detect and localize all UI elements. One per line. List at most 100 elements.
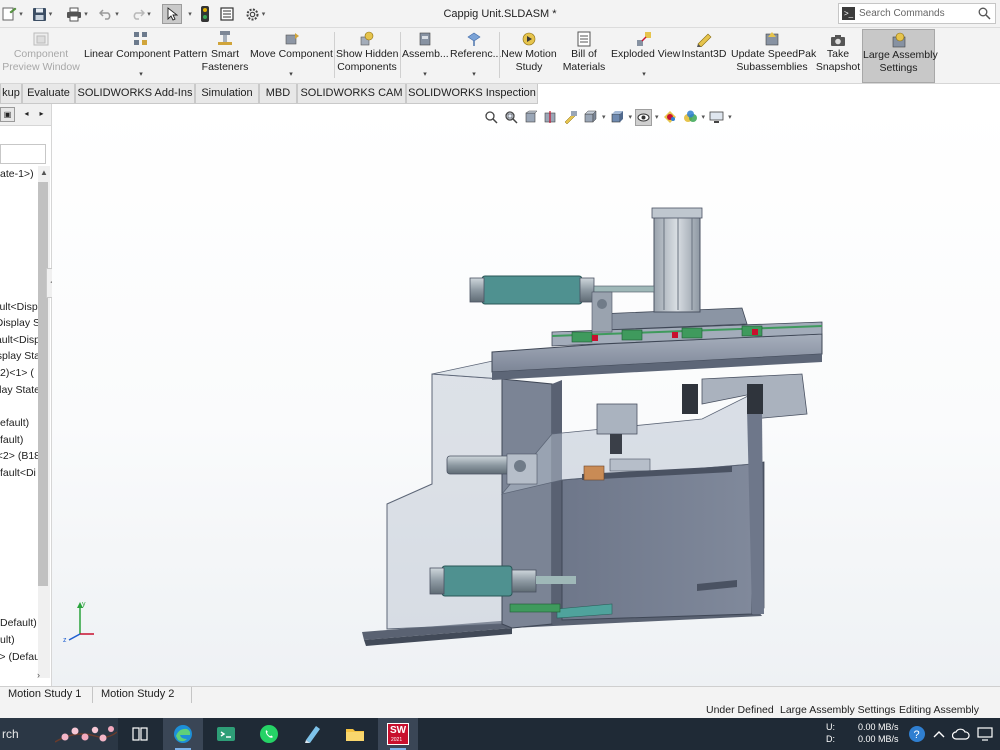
dynamic-annotation-views-button[interactable] bbox=[562, 109, 579, 126]
whatsapp-taskbar-button[interactable] bbox=[249, 718, 289, 750]
tree-item[interactable]: isplay Sta bbox=[0, 348, 40, 364]
file-properties-button[interactable] bbox=[218, 4, 236, 24]
file-properties-icon bbox=[220, 7, 234, 21]
solidworks-taskbar-button[interactable]: SW 2021 bbox=[378, 718, 418, 750]
save-icon bbox=[32, 7, 46, 21]
bill-of-materials-button[interactable]: Bill of Materials bbox=[559, 29, 609, 83]
redo-button[interactable]: ▾ bbox=[130, 4, 152, 24]
zoom-to-area-button[interactable] bbox=[502, 109, 519, 126]
smart-fasteners-button[interactable]: Smart Fasteners bbox=[200, 29, 250, 83]
zoom-to-fit-button[interactable] bbox=[482, 109, 499, 126]
instant3d-icon bbox=[697, 33, 712, 47]
chevron-down-icon[interactable]: ▾ bbox=[602, 113, 606, 121]
tree-item[interactable]: Default) bbox=[0, 615, 40, 631]
tree-scrollbar-thumb[interactable] bbox=[38, 182, 48, 586]
net-download-label: D: bbox=[826, 734, 835, 744]
large-assembly-settings-button[interactable]: Large Assembly Settings bbox=[862, 29, 938, 83]
chevron-down-icon[interactable]: ▾ bbox=[702, 113, 706, 121]
section-view-button[interactable] bbox=[542, 109, 559, 126]
move-component-icon bbox=[285, 33, 299, 45]
graphics-area[interactable]: ▾ ▾ ▾ ▾ ▾ y z bbox=[52, 104, 1000, 686]
tab-motion-study-1[interactable]: Motion Study 1 bbox=[0, 687, 93, 703]
file-explorer-taskbar-button[interactable] bbox=[335, 718, 375, 750]
tab-markup[interactable]: kup bbox=[0, 84, 22, 104]
search-icon[interactable] bbox=[978, 7, 991, 20]
view-settings-button[interactable] bbox=[708, 109, 725, 126]
scroll-right-icon[interactable]: ▸ bbox=[34, 107, 49, 122]
display-manager-icon[interactable]: ▣ bbox=[0, 107, 15, 122]
tab-solidworks-add-ins[interactable]: SOLIDWORKS Add-Ins bbox=[75, 84, 195, 104]
tab-evaluate[interactable]: Evaluate bbox=[22, 84, 75, 104]
tree-item[interactable]: 2)<1> ( bbox=[0, 365, 40, 381]
tree-item[interactable]: ault<Disp bbox=[0, 332, 40, 348]
chevron-up-icon bbox=[933, 731, 945, 738]
onedrive-tray-button[interactable] bbox=[952, 725, 970, 743]
view-orientation-icon bbox=[584, 110, 597, 123]
chevron-down-icon[interactable]: ▾ bbox=[655, 113, 659, 121]
print-button[interactable]: ▾ bbox=[64, 4, 90, 24]
ribbon-label: Show Hidden bbox=[336, 48, 399, 60]
hide-show-items-button[interactable] bbox=[635, 108, 653, 126]
select-button[interactable] bbox=[162, 4, 182, 24]
save-button[interactable]: ▾ bbox=[30, 4, 54, 24]
tree-item[interactable]: <2> (B18 bbox=[0, 448, 40, 464]
move-component-button[interactable]: Move Component ▾ bbox=[250, 29, 333, 83]
previous-view-button[interactable] bbox=[522, 109, 539, 126]
tab-motion-study-2[interactable]: Motion Study 2 bbox=[93, 687, 192, 703]
tree-item[interactable]: ate-1>) bbox=[0, 166, 40, 182]
taskbar-search[interactable]: rch bbox=[0, 718, 118, 750]
capping-unit-3d-model[interactable] bbox=[352, 204, 872, 664]
exploded-view-button[interactable]: Exploded View ▾ bbox=[611, 29, 680, 83]
tab-mbd[interactable]: MBD bbox=[259, 84, 297, 104]
apply-scene-button[interactable] bbox=[682, 109, 699, 126]
show-hidden-icons-button[interactable] bbox=[930, 725, 948, 743]
edge-taskbar-button[interactable] bbox=[163, 718, 203, 750]
tab-simulation[interactable]: Simulation bbox=[195, 84, 259, 104]
component-preview-window-button[interactable]: Component Preview Window bbox=[0, 29, 82, 83]
tree-filter-input[interactable] bbox=[0, 144, 46, 164]
tree-item[interactable]: Display S bbox=[0, 315, 40, 331]
display-style-button[interactable] bbox=[609, 109, 626, 126]
reference-geometry-button[interactable]: Referenc... ▾ bbox=[450, 29, 501, 83]
ribbon-label: Take bbox=[826, 48, 850, 60]
tree-item[interactable]: ult<Displ bbox=[0, 299, 40, 315]
take-snapshot-button[interactable]: Take Snapshot bbox=[815, 29, 861, 83]
new-document-button[interactable]: ▾ bbox=[0, 4, 24, 24]
chevron-down-icon[interactable]: ▾ bbox=[728, 113, 732, 121]
view-orientation-button[interactable] bbox=[582, 109, 599, 126]
display-tray-button[interactable] bbox=[976, 725, 994, 743]
task-view-button[interactable] bbox=[120, 718, 160, 750]
tree-item[interactable]: ult) bbox=[0, 632, 40, 648]
triad-y-label: y bbox=[82, 601, 86, 608]
search-commands-box[interactable]: >_ bbox=[838, 3, 996, 24]
tree-item[interactable]: lay State bbox=[0, 382, 40, 398]
rebuild-button[interactable] bbox=[196, 4, 214, 24]
scroll-up-icon[interactable]: ▲ bbox=[38, 166, 50, 180]
search-input[interactable] bbox=[859, 6, 977, 21]
assembly-features-button[interactable]: Assemb... ▾ bbox=[402, 29, 449, 83]
tab-solidworks-cam[interactable]: SOLIDWORKS CAM bbox=[297, 84, 406, 104]
instant3d-button[interactable]: Instant3D bbox=[679, 29, 729, 83]
show-hidden-components-button[interactable]: Show Hidden Components bbox=[336, 29, 398, 83]
linear-component-pattern-button[interactable]: Linear Component Pattern ▾ bbox=[84, 29, 207, 83]
chevron-down-icon[interactable]: ▾ bbox=[629, 113, 633, 121]
print-icon bbox=[67, 7, 82, 21]
select-dropdown[interactable]: ▾ bbox=[184, 4, 194, 24]
tab-solidworks-inspection[interactable]: SOLIDWORKS Inspection bbox=[406, 84, 538, 104]
tree-item[interactable]: fault<Di bbox=[0, 465, 40, 481]
scroll-left-icon[interactable]: ◂ bbox=[19, 107, 34, 122]
update-speedpak-button[interactable]: Update SpeedPak Subassemblies bbox=[731, 29, 816, 83]
speedpak-icon bbox=[765, 32, 779, 46]
undo-button[interactable]: ▾ bbox=[98, 4, 120, 24]
scroll-right-icon[interactable]: › bbox=[0, 670, 40, 684]
options-button[interactable]: ▾ bbox=[240, 4, 270, 24]
tree-item[interactable]: fault) bbox=[0, 432, 40, 448]
help-tray-button[interactable]: ? bbox=[908, 725, 926, 743]
notes-taskbar-button[interactable] bbox=[292, 718, 332, 750]
tree-item[interactable]: > (Defau bbox=[0, 649, 40, 665]
terminal-taskbar-button[interactable] bbox=[206, 718, 246, 750]
tree-item[interactable]: efault) bbox=[0, 415, 40, 431]
new-motion-study-button[interactable]: New Motion Study bbox=[501, 29, 557, 83]
edit-appearance-button[interactable] bbox=[662, 109, 679, 126]
scene-icon bbox=[683, 110, 697, 122]
